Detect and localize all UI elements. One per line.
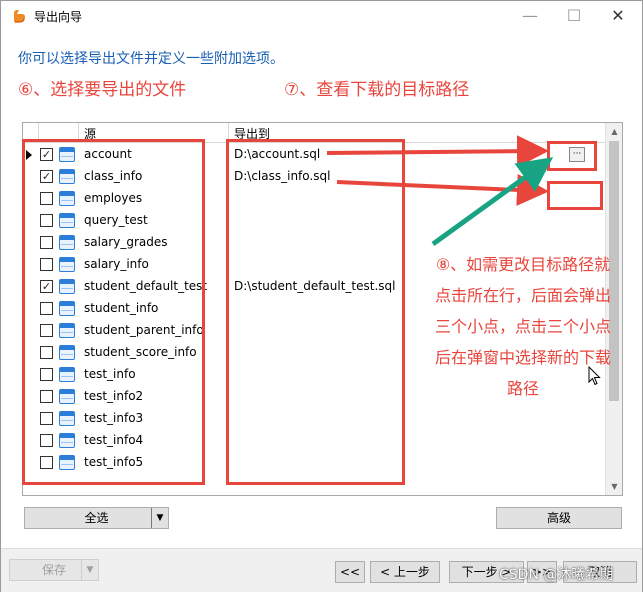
save-button[interactable]: 保存 ▼ xyxy=(9,559,99,581)
close-button[interactable]: ✕ xyxy=(603,5,633,27)
select-all-label: 全选 xyxy=(84,511,109,525)
close-icon: ✕ xyxy=(611,6,625,25)
save-label: 保存 xyxy=(41,563,66,577)
first-page-button[interactable]: << xyxy=(335,561,365,583)
mouse-cursor-icon xyxy=(588,366,601,386)
watermark: CSDN @沐曦希期 xyxy=(499,567,614,583)
advanced-button[interactable]: 高级 xyxy=(496,507,622,529)
highlight-ellipsis-row1 xyxy=(547,141,597,171)
app-icon xyxy=(14,10,25,23)
scroll-up-icon[interactable]: ▲ xyxy=(606,123,622,140)
export-wizard-window: 导出向导 — ☐ ✕ 你可以选择导出文件并定义一些附加选项。 ⑥、选择要导出的文… xyxy=(0,0,643,592)
save-dropdown-icon[interactable]: ▼ xyxy=(81,560,98,580)
annotation-step6: ⑥、选择要导出的文件 xyxy=(18,80,187,100)
highlight-source-column xyxy=(22,139,205,485)
intro-text: 你可以选择导出文件并定义一些附加选项。 xyxy=(18,51,284,67)
window-title: 导出向导 xyxy=(34,10,83,24)
prev-step-button[interactable]: < 上一步 xyxy=(370,561,440,583)
maximize-button[interactable]: ☐ xyxy=(559,5,589,27)
annotation-step7: ⑦、查看下载的目标路径 xyxy=(284,80,470,100)
scroll-down-icon[interactable]: ▼ xyxy=(606,478,622,495)
minimize-icon: — xyxy=(522,6,538,25)
highlight-export-column xyxy=(226,139,405,485)
minimize-button[interactable]: — xyxy=(515,5,545,27)
select-all-dropdown-icon[interactable]: ▼ xyxy=(151,508,168,528)
select-all-button[interactable]: 全选 ▼ xyxy=(24,507,169,529)
maximize-icon: ☐ xyxy=(566,6,582,25)
titlebar: 导出向导 — ☐ ✕ xyxy=(1,1,642,31)
highlight-ellipsis-row2 xyxy=(547,181,603,210)
